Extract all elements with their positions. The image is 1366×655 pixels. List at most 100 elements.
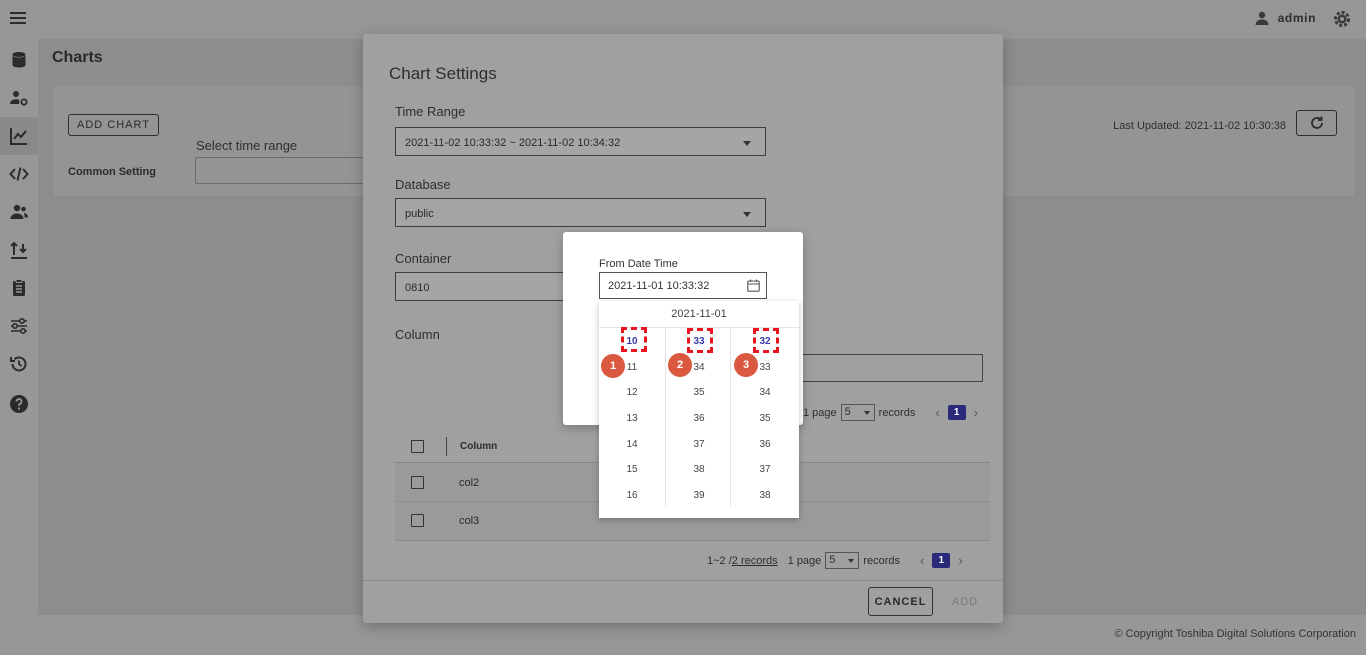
dialog-title: Chart Settings: [389, 64, 497, 83]
user-settings-icon: [10, 91, 28, 106]
help-icon: [10, 395, 28, 413]
select-all-checkbox[interactable]: [411, 440, 424, 453]
sidebar-item-help[interactable]: [0, 385, 38, 423]
step-badge: 3: [734, 353, 758, 377]
page-size-select[interactable]: 5: [840, 404, 875, 421]
step-badge: 1: [601, 354, 625, 378]
chevron-down-icon: [743, 212, 751, 217]
hour-option[interactable]: 15: [599, 464, 665, 475]
minute-option[interactable]: 37: [666, 439, 732, 450]
hour-option[interactable]: 13: [599, 413, 665, 424]
sidebar-item-database[interactable]: [0, 41, 38, 79]
add-button[interactable]: ADD: [944, 587, 986, 616]
chevron-down-icon: [743, 141, 751, 146]
pager-pages: 1 page: [787, 554, 822, 567]
chevron-right-icon[interactable]: ›: [974, 405, 978, 420]
page-title: Charts: [52, 49, 103, 66]
dialog-footer-divider: [363, 580, 1003, 581]
sidebar-item-query[interactable]: [0, 155, 38, 193]
cancel-button[interactable]: CANCEL: [868, 587, 933, 616]
page-number[interactable]: 1: [947, 405, 966, 420]
page-number[interactable]: 1: [932, 553, 951, 568]
second-option[interactable]: 36: [732, 439, 798, 450]
from-date-time-input[interactable]: 2021-11-01 10:33:32: [599, 272, 767, 299]
pager-bottom: 1~2 / 2 records 1 page 5 records ‹ 1 ›: [707, 552, 971, 569]
select-time-range-dropdown[interactable]: [195, 157, 365, 184]
select-time-range-label: Select time range: [196, 138, 298, 153]
database-icon: [12, 52, 26, 68]
pager-records-word: records: [878, 406, 916, 419]
user-icon: [1255, 11, 1269, 25]
hour-option[interactable]: 16: [599, 490, 665, 501]
hour-option[interactable]: 12: [599, 387, 665, 398]
common-setting-label: Common Setting: [68, 166, 156, 178]
container-label: Container: [395, 251, 452, 266]
chevron-left-icon[interactable]: ‹: [935, 405, 939, 420]
minute-option[interactable]: 38: [666, 464, 732, 475]
sidebar-item-configuration[interactable]: [0, 307, 38, 345]
records-link[interactable]: 2 records: [732, 555, 778, 567]
minute-option[interactable]: 39: [666, 490, 732, 501]
highlight-second: [753, 328, 779, 353]
hour-option[interactable]: 14: [599, 439, 665, 450]
sidebar-item-charts[interactable]: [0, 117, 38, 155]
second-option[interactable]: 34: [732, 387, 798, 398]
from-date-time-value: 2021-11-01 10:33:32: [608, 280, 710, 292]
sidebar-item-import-export[interactable]: [0, 231, 38, 269]
page-size-select[interactable]: 5: [825, 552, 860, 569]
clipboard-icon: [13, 279, 25, 296]
pager-records-word: records: [863, 554, 900, 567]
header-separator: [446, 437, 447, 456]
second-option[interactable]: 38: [732, 490, 798, 501]
sliders-icon: [11, 317, 27, 335]
time-range-label: Time Range: [395, 104, 466, 119]
sidebar-item-users[interactable]: [0, 193, 38, 231]
container-select[interactable]: 0810: [395, 272, 565, 301]
chart-line-icon: [10, 128, 27, 145]
minute-option[interactable]: 36: [666, 413, 732, 424]
user-menu[interactable]: admin: [1254, 10, 1316, 26]
gear-icon[interactable]: [1332, 9, 1352, 29]
column-filter-input[interactable]: [796, 354, 983, 382]
chevron-left-icon[interactable]: ‹: [920, 553, 924, 568]
from-date-time-label: From Date Time: [599, 258, 678, 270]
database-label: Database: [395, 177, 451, 192]
column-label: Column: [395, 327, 440, 342]
row-column-name: col3: [459, 515, 480, 527]
row-column-name: col2: [459, 477, 480, 489]
sidebar-item-history[interactable]: [0, 345, 38, 383]
user-name: admin: [1277, 11, 1316, 25]
pager-top: 1 page 5 records ‹ 1 ›: [803, 404, 986, 421]
step-badge: 2: [668, 353, 692, 377]
history-icon: [10, 356, 27, 372]
pager-pages: 1 page: [803, 406, 837, 419]
import-export-icon: [10, 241, 27, 259]
minute-option[interactable]: 35: [666, 387, 732, 398]
database-value: public: [405, 208, 434, 220]
time-range-value: 2021-11-02 10:33:32 ~ 2021-11-02 10:34:3…: [405, 137, 621, 149]
copyright-text: © Copyright Toshiba Digital Solutions Co…: [1114, 628, 1356, 640]
last-updated-text: Last Updated: 2021-11-02 10:30:38: [1113, 120, 1286, 132]
add-chart-button[interactable]: ADD CHART: [68, 114, 159, 136]
chevron-right-icon[interactable]: ›: [958, 553, 962, 568]
highlight-hour: [621, 327, 647, 352]
container-value: 0810: [405, 282, 430, 294]
refresh-button[interactable]: [1296, 110, 1337, 136]
code-icon: [9, 167, 29, 181]
sidebar-item-user-settings[interactable]: [0, 79, 38, 117]
calendar-icon[interactable]: [747, 279, 760, 292]
highlight-minute: [687, 328, 713, 353]
pager-range: 1~2 /: [707, 554, 732, 567]
time-range-select[interactable]: 2021-11-02 10:33:32 ~ 2021-11-02 10:34:3…: [395, 127, 766, 156]
second-option[interactable]: 35: [732, 413, 798, 424]
database-select[interactable]: public: [395, 198, 766, 227]
second-option[interactable]: 37: [732, 464, 798, 475]
picker-date-header: 2021-11-01: [599, 301, 799, 328]
column-header: Column: [460, 441, 498, 452]
sidebar-item-reports[interactable]: [0, 269, 38, 307]
row-checkbox[interactable]: [411, 514, 424, 527]
sidebar: [0, 39, 38, 655]
refresh-icon: [1310, 116, 1323, 129]
row-checkbox[interactable]: [411, 476, 424, 489]
hamburger-menu-icon[interactable]: [8, 9, 28, 29]
